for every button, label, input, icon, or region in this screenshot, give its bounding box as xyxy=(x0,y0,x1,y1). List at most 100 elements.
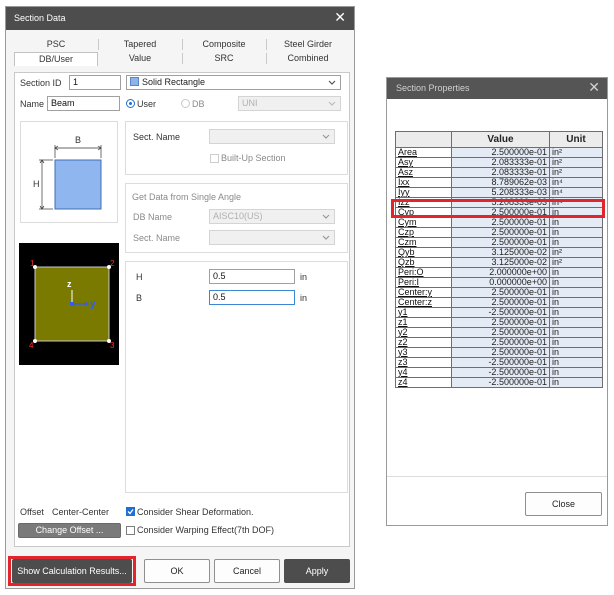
tab-psc[interactable]: PSC xyxy=(14,38,98,51)
value-cell: 2.500000e-01 xyxy=(451,217,550,228)
tab-steel-girder[interactable]: Steel Girder xyxy=(266,38,350,51)
tab-src[interactable]: SRC xyxy=(182,52,266,65)
tab-value[interactable]: Value xyxy=(98,52,182,65)
ok-button[interactable]: OK xyxy=(144,559,210,583)
table-row[interactable]: z3 -2.500000e-01 in xyxy=(395,357,603,368)
table-row[interactable]: Cym 2.500000e-01 in xyxy=(395,217,603,228)
solid-rectangle-icon xyxy=(130,77,139,86)
unit-cell: in² xyxy=(549,257,603,268)
tab-combined[interactable]: Combined xyxy=(266,52,350,65)
title-bar: Section Data ✕ xyxy=(6,7,354,30)
value-cell: 2.000000e+00 xyxy=(451,267,550,278)
b-input[interactable]: 0.5 xyxy=(209,290,295,305)
tab-db-user[interactable]: DB/User xyxy=(14,52,98,66)
corner-label-3: 3 xyxy=(110,341,115,350)
table-row[interactable]: z1 2.500000e-01 in xyxy=(395,317,603,328)
tab-tapered[interactable]: Tapered xyxy=(98,38,182,51)
table-row[interactable]: Asz 2.083333e-01 in² xyxy=(395,167,603,178)
property-cell: Ixx xyxy=(395,177,452,188)
close-icon[interactable]: ✕ xyxy=(588,80,600,94)
apply-button[interactable]: Apply xyxy=(284,559,350,583)
table-row[interactable]: Area 2.500000e-01 in² xyxy=(395,147,603,158)
table-row[interactable]: Iyy 5.208333e-03 in⁴ xyxy=(395,187,603,198)
unit-cell: in xyxy=(549,287,603,298)
section-properties-table: Value Unit Area 2.500000e-01 in² Asy 2.08333… xyxy=(395,131,603,388)
section-id-input[interactable]: 1 xyxy=(69,75,121,90)
show-calculation-results-button[interactable]: Show Calculation Results... xyxy=(12,559,132,583)
value-cell: 0.000000e+00 xyxy=(451,277,550,288)
property-cell: y4 xyxy=(395,367,452,378)
sect-name2-label: Sect. Name xyxy=(133,233,181,243)
unit-cell: in xyxy=(549,317,603,328)
consider-warping-checkbox[interactable] xyxy=(126,526,135,535)
diagram-h-label: H xyxy=(33,179,40,189)
property-cell: Qyb xyxy=(395,247,452,258)
sect-name2-dropdown[interactable] xyxy=(209,230,335,245)
property-cell: z3 xyxy=(395,357,452,368)
diagram-b-label: B xyxy=(75,135,82,145)
property-cell: Peri:I xyxy=(395,277,452,288)
sect-name-dropdown[interactable] xyxy=(209,129,335,144)
section-id-label: Section ID xyxy=(20,78,62,88)
section-properties-table-body: Area 2.500000e-01 in² Asy 2.083333e-01 in² Asz… xyxy=(395,147,603,388)
table-row[interactable]: Qyb 3.125000e-02 in² xyxy=(395,247,603,258)
b-label: B xyxy=(136,293,143,303)
db-radio[interactable] xyxy=(181,99,190,108)
unit-cell: in xyxy=(549,367,603,378)
table-row[interactable]: y3 2.500000e-01 in xyxy=(395,347,603,358)
table-row[interactable]: y4 -2.500000e-01 in xyxy=(395,367,603,378)
table-row[interactable]: z2 2.500000e-01 in xyxy=(395,337,603,348)
consider-warping-label: Consider Warping Effect(7th DOF) xyxy=(137,525,275,535)
single-angle-header: Get Data from Single Angle xyxy=(132,192,242,202)
change-offset-button[interactable]: Change Offset ... xyxy=(18,523,121,538)
property-cell: Asy xyxy=(395,157,452,168)
table-row[interactable]: Asy 2.083333e-01 in² xyxy=(395,157,603,168)
table-row[interactable]: y2 2.500000e-01 in xyxy=(395,327,603,338)
consider-shear-checkbox[interactable] xyxy=(126,507,135,516)
tab-composite[interactable]: Composite xyxy=(182,38,266,51)
value-cell: 2.500000e-01 xyxy=(451,287,550,298)
built-up-checkbox[interactable] xyxy=(210,154,219,163)
db-dropdown-value: UNI xyxy=(242,98,258,108)
table-row[interactable]: Center:y 2.500000e-01 in xyxy=(395,287,603,298)
unit-cell: in xyxy=(549,277,603,288)
value-cell: -2.500000e-01 xyxy=(451,367,550,378)
shape-dropdown[interactable]: Solid Rectangle xyxy=(126,75,341,90)
divider xyxy=(387,476,607,477)
close-button[interactable]: Close xyxy=(525,492,602,516)
table-row[interactable]: Qzb 3.125000e-02 in² xyxy=(395,257,603,268)
chevron-down-icon xyxy=(322,214,330,219)
unit-cell: in² xyxy=(549,167,603,178)
dialog-title: Section Data xyxy=(14,13,66,23)
table-row[interactable]: y1 -2.500000e-01 in xyxy=(395,307,603,318)
db-name-label: DB Name xyxy=(133,212,173,222)
table-row[interactable]: z4 -2.500000e-01 in xyxy=(395,377,603,388)
db-name-dropdown[interactable]: AISC10(US) xyxy=(209,209,335,224)
corner-label-2: 2 xyxy=(110,259,115,268)
table-row[interactable]: Czp 2.500000e-01 in xyxy=(395,227,603,238)
name-input[interactable]: Beam xyxy=(47,96,120,111)
unit-cell: in² xyxy=(549,157,603,168)
value-cell: 2.500000e-01 xyxy=(451,347,550,358)
table-row[interactable]: Peri:I 0.000000e+00 in xyxy=(395,277,603,288)
property-cell: y1 xyxy=(395,307,452,318)
chevron-down-icon xyxy=(328,80,336,85)
table-row[interactable]: Ixx 8.789062e-03 in⁴ xyxy=(395,177,603,188)
property-cell: Area xyxy=(395,147,452,158)
tab-separator xyxy=(266,53,267,64)
cancel-button[interactable]: Cancel xyxy=(214,559,280,583)
table-row[interactable]: Peri:O 2.000000e+00 in xyxy=(395,267,603,278)
unit-cell: in xyxy=(549,347,603,358)
unit-cell: in² xyxy=(549,147,603,158)
value-cell: -2.500000e-01 xyxy=(451,357,550,368)
unit-cell: in xyxy=(549,237,603,248)
h-input[interactable]: 0.5 xyxy=(209,269,295,284)
table-row[interactable]: Center:z 2.500000e-01 in xyxy=(395,297,603,308)
db-dropdown[interactable]: UNI xyxy=(238,96,341,111)
chevron-down-icon xyxy=(322,235,330,240)
close-icon[interactable]: ✕ xyxy=(334,10,346,24)
table-row[interactable]: Czm 2.500000e-01 in xyxy=(395,237,603,248)
user-radio[interactable] xyxy=(126,99,135,108)
name-label: Name xyxy=(20,99,45,109)
property-cell: Asz xyxy=(395,167,452,178)
